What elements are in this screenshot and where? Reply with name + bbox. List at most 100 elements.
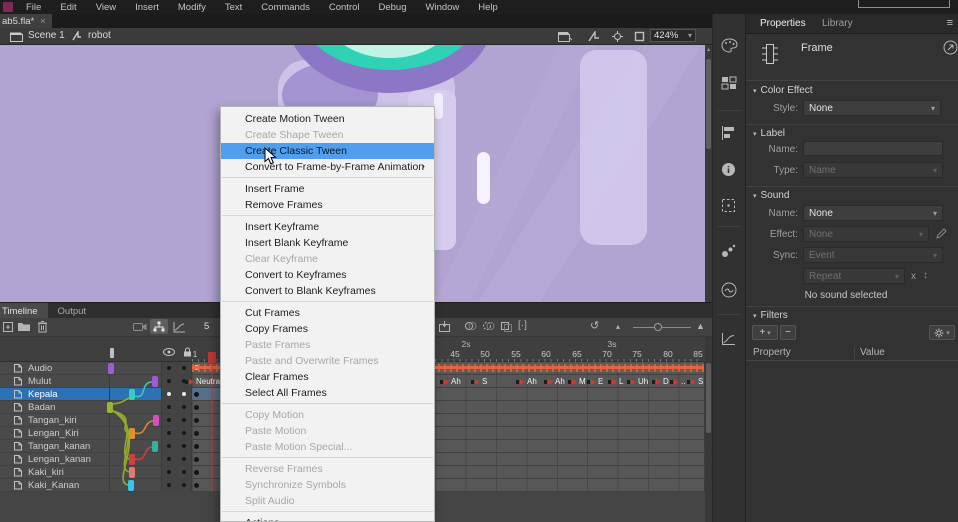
close-icon[interactable]: ×	[40, 16, 45, 26]
stage-scrollbar-thumb[interactable]	[706, 59, 711, 149]
menu-item[interactable]: Split Audio	[221, 493, 434, 509]
chevron-down-icon: ▾	[895, 272, 899, 281]
brush-dots-icon[interactable]	[721, 244, 736, 258]
parent-layer-mark[interactable]	[128, 480, 134, 491]
chevron-down-icon: ▾	[919, 230, 923, 239]
filter-options-button[interactable]: ▾	[929, 325, 955, 340]
parent-layer-mark[interactable]	[107, 402, 113, 413]
menu-item-label: Convert to Keyframes	[245, 269, 347, 281]
menu-item[interactable]: Cut Frames	[221, 305, 434, 321]
parent-layer-mark[interactable]	[152, 441, 158, 452]
menubar-item[interactable]: Text	[225, 2, 242, 13]
menu-item[interactable]: Create Motion Tween	[221, 111, 434, 127]
breadcrumb-scene[interactable]: Scene 1	[28, 30, 65, 41]
submenu-arrow-icon: ›	[422, 159, 425, 175]
zoom-level-select[interactable]: 424% ▾	[650, 29, 696, 42]
parent-layer-mark[interactable]	[129, 454, 135, 465]
sound-effect-select[interactable]: None ▾	[803, 226, 929, 242]
menu-item[interactable]: Convert to Frame-by-Frame Animation ›	[221, 159, 434, 175]
transform-icon[interactable]	[721, 198, 736, 213]
remove-filter-button[interactable]: −	[780, 325, 796, 340]
menu-item[interactable]: Paste Motion	[221, 423, 434, 439]
workspace-box[interactable]	[858, 0, 950, 8]
parent-layer-mark[interactable]	[108, 363, 114, 374]
menu-item[interactable]: Create Classic Tween	[221, 143, 434, 159]
creative-cloud-icon[interactable]	[721, 282, 737, 298]
menu-item[interactable]: Insert Keyframe	[221, 219, 434, 235]
add-filter-button[interactable]: + ▾	[752, 325, 778, 340]
motion-editor-icon[interactable]	[721, 332, 736, 346]
info-icon[interactable]	[721, 162, 736, 177]
menu-item[interactable]: Create Shape Tween	[221, 127, 434, 143]
tab-properties[interactable]: Properties	[760, 18, 806, 29]
sound-name-value: None	[809, 208, 833, 219]
menu-item[interactable]: Copy Motion	[221, 407, 434, 423]
menubar-item[interactable]: Edit	[60, 2, 76, 13]
document-tab[interactable]: ab5.fla* ×	[0, 14, 52, 28]
parent-layer-mark[interactable]	[129, 389, 135, 400]
repeat-stepper-icon[interactable]: ↕	[923, 270, 928, 281]
panel-menu-icon[interactable]: ≡	[947, 17, 953, 29]
menu-item[interactable]: Synchronize Symbols	[221, 477, 434, 493]
scroll-up-icon[interactable]: ▴	[705, 46, 712, 53]
menubar-item[interactable]: Help	[478, 2, 498, 13]
timeline-scrollbar-thumb[interactable]	[706, 363, 711, 433]
menu-item[interactable]: Paste Frames	[221, 337, 434, 353]
parent-layer-mark[interactable]	[129, 467, 135, 478]
menubar-item[interactable]: Debug	[379, 2, 407, 13]
menubar-item[interactable]: Insert	[135, 2, 159, 13]
stage-scrollbar[interactable]: ▴	[705, 45, 712, 302]
menubar-item[interactable]: Commands	[261, 2, 310, 13]
label-name-input[interactable]	[803, 141, 943, 156]
menubar-item[interactable]: View	[96, 2, 116, 13]
menubar-item[interactable]: File	[26, 2, 41, 13]
timeline-scrollbar[interactable]	[705, 337, 712, 522]
menubar-item[interactable]: Window	[426, 2, 460, 13]
label-section-header[interactable]: ▾Label	[753, 128, 785, 139]
label-type-select[interactable]: Name ▾	[803, 162, 943, 178]
menu-item[interactable]: Convert to Blank Keyframes	[221, 283, 434, 299]
edit-scene-icon[interactable]	[558, 31, 572, 42]
sound-sync-select[interactable]: Event ▾	[803, 247, 943, 263]
menu-item-label: Select All Frames	[245, 387, 327, 399]
sound-name-select[interactable]: None ▾	[803, 205, 943, 221]
filters-section-header[interactable]: ▾Filters	[753, 310, 788, 321]
parent-layer-mark[interactable]	[129, 428, 135, 439]
tab-library[interactable]: Library	[822, 18, 853, 29]
robot-highlight	[477, 152, 490, 204]
sound-repeat-select[interactable]: Repeat ▾	[803, 268, 905, 284]
menu-item[interactable]: Clear Keyframe	[221, 251, 434, 267]
menu-item-label: Clear Keyframe	[245, 253, 318, 265]
no-sound-status: No sound selected	[746, 290, 946, 301]
align-icon[interactable]	[721, 126, 736, 140]
sound-section-header[interactable]: ▾Sound	[753, 190, 789, 201]
menubar-item[interactable]: Control	[329, 2, 360, 13]
pencil-icon[interactable]	[936, 228, 947, 239]
edit-symbols-icon[interactable]	[588, 31, 600, 42]
parent-layer-mark[interactable]	[152, 376, 158, 387]
parent-layer-mark[interactable]	[153, 415, 159, 426]
menu-item-label: Paste Motion	[245, 425, 306, 437]
circular-arrow-icon[interactable]	[943, 40, 958, 55]
section-divider	[746, 80, 958, 81]
clip-content-icon[interactable]	[634, 31, 645, 42]
section-title: Sound	[761, 190, 790, 201]
menu-item[interactable]: Actions	[221, 515, 434, 522]
menu-item[interactable]: Paste Motion Special...	[221, 439, 434, 455]
menu-item[interactable]: Convert to Keyframes	[221, 267, 434, 283]
menu-item[interactable]: Select All Frames	[221, 385, 434, 401]
menu-item[interactable]: Copy Frames	[221, 321, 434, 337]
center-frame-icon[interactable]	[612, 31, 623, 42]
menu-item[interactable]: Remove Frames	[221, 197, 434, 213]
menubar-item[interactable]: Modify	[178, 2, 206, 13]
menu-item[interactable]: Clear Frames	[221, 369, 434, 385]
menu-item[interactable]: Insert Frame	[221, 181, 434, 197]
menu-item[interactable]: Insert Blank Keyframe	[221, 235, 434, 251]
menu-item[interactable]: Reverse Frames	[221, 461, 434, 477]
menu-item[interactable]: Paste and Overwrite Frames	[221, 353, 434, 369]
color-effect-section-header[interactable]: ▾Color Effect	[753, 85, 813, 96]
style-select[interactable]: None ▾	[803, 100, 941, 116]
swatches-icon[interactable]	[721, 76, 737, 90]
breadcrumb-symbol[interactable]: robot	[88, 30, 111, 41]
color-palette-icon[interactable]	[721, 38, 738, 53]
